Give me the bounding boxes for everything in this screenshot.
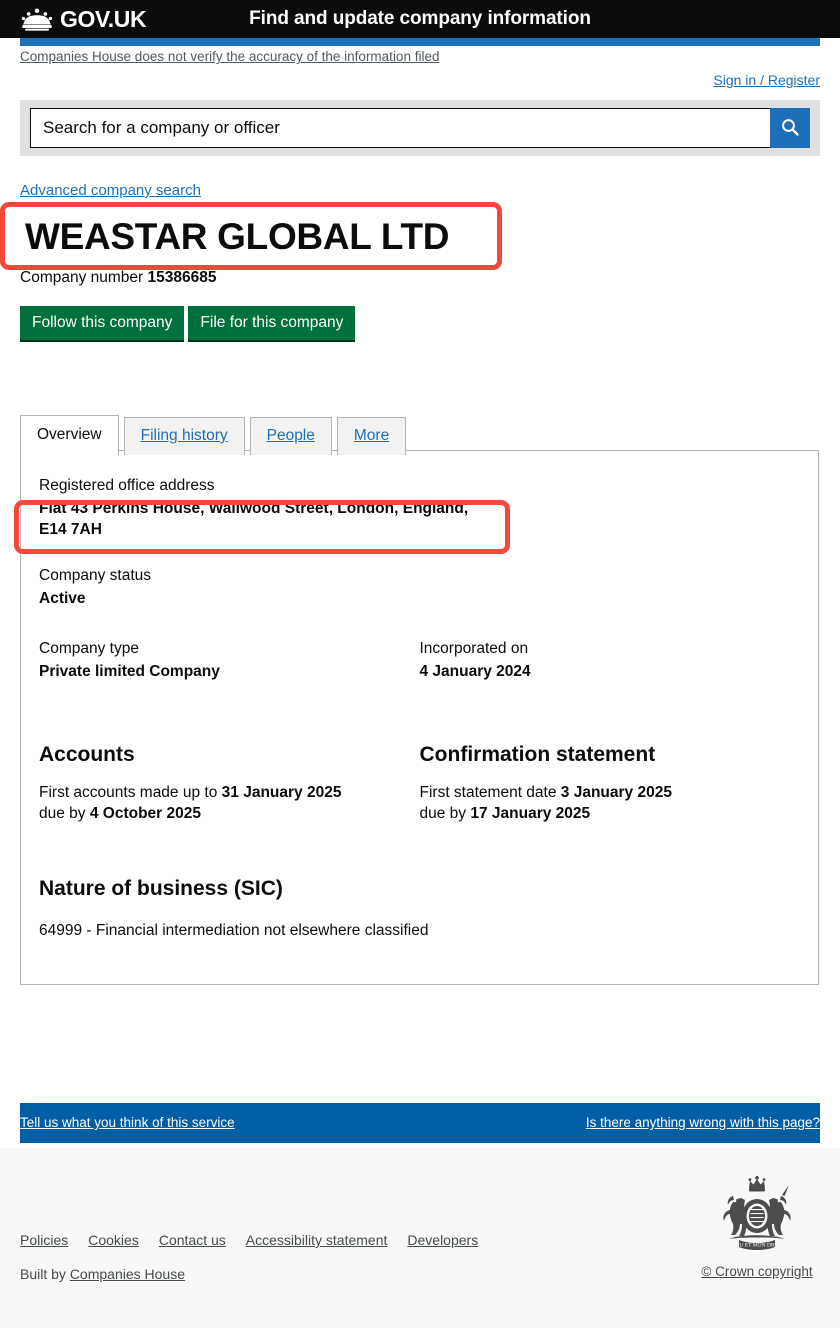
accuracy-notice: Companies House does not verify the accu… [0, 48, 459, 66]
accounts-first-made-up-label: First accounts made up to [39, 783, 218, 801]
company-type-value: Private limited Company [39, 662, 220, 680]
feedback-bar: Tell us what you think of this service I… [20, 1103, 820, 1143]
company-information-page: GOV.UK Find and update company informati… [0, 0, 840, 1328]
company-type-block: Company type Private limited Company [39, 640, 420, 683]
accounts-block: Accounts First accounts made up to 31 Ja… [39, 743, 420, 825]
built-by: Built by Companies House [20, 1266, 185, 1282]
company-actions: Follow this company File for this compan… [20, 306, 356, 343]
incorporated-label: Incorporated on [419, 639, 529, 657]
file-for-company-button[interactable]: File for this company [188, 306, 356, 343]
confirmation-statement-block: Confirmation statement First statement d… [420, 743, 801, 825]
sic-value: 64999 - Financial intermediation not els… [39, 921, 429, 939]
company-number-label: Company number [20, 269, 144, 286]
sign-in-register-link[interactable]: Sign in / Register [713, 72, 820, 88]
company-tabs: Overview Filing history People More [20, 414, 407, 456]
overview-panel: Registered office address Flat 43 Perkin… [20, 450, 819, 985]
confirmation-due-by: due by 17 January 2025 [420, 804, 801, 825]
accounts-heading: Accounts [39, 742, 135, 766]
feedback-left: Tell us what you think of this service [20, 1114, 235, 1132]
svg-text:DIEU ET MON DROIT: DIEU ET MON DROIT [730, 1243, 784, 1249]
registered-office-label: Registered office address [39, 477, 215, 494]
footer-link-policies[interactable]: Policies [20, 1232, 68, 1248]
search-input[interactable] [30, 108, 770, 148]
company-number: Company number 15386685 [20, 269, 216, 287]
company-status-value: Active [39, 589, 86, 607]
accounts-first-made-up-value: 31 January 2025 [221, 783, 342, 801]
built-by-companies-house-link[interactable]: Companies House [70, 1266, 185, 1282]
footer-link-cookies[interactable]: Cookies [88, 1232, 139, 1248]
govuk-home-link[interactable]: GOV.UK [20, 5, 147, 32]
advanced-company-search-link[interactable]: Advanced company search [20, 182, 201, 199]
page-footer: Policies Cookies Contact us Accessibilit… [0, 1148, 840, 1328]
footer-link-accessibility-statement[interactable]: Accessibility statement [246, 1232, 388, 1248]
type-incorporated-row: Company type Private limited Company Inc… [39, 640, 800, 683]
sic-block: Nature of business (SIC) 64999 - Financi… [39, 877, 800, 942]
confirmation-first-statement-label: First statement date [419, 783, 557, 801]
follow-company-button[interactable]: Follow this company [20, 306, 185, 343]
govuk-header: GOV.UK Find and update company informati… [0, 0, 840, 38]
accounts-first-made-up: First accounts made up to 31 January 202… [39, 783, 420, 804]
confirmation-first-statement-value: 3 January 2025 [560, 783, 672, 801]
search-button[interactable] [770, 108, 810, 148]
incorporated-block: Incorporated on 4 January 2024 [420, 640, 801, 683]
tab-filing-history[interactable]: Filing history [123, 417, 245, 455]
accounts-due-by-label: due by [39, 804, 86, 822]
footer-link-contact-us[interactable]: Contact us [159, 1232, 226, 1248]
sign-in-row: Sign in / Register [713, 72, 820, 90]
tab-more[interactable]: More [336, 417, 407, 455]
company-name-highlight: WEASTAR GLOBAL LTD [0, 202, 502, 270]
confirmation-due-by-value: 17 January 2025 [470, 804, 591, 822]
royal-coat-of-arms-icon: DIEU ET MON DROIT [692, 1176, 822, 1260]
crown-copyright: © Crown copyright [701, 1264, 813, 1279]
tab-overview[interactable]: Overview [20, 415, 119, 456]
phase-banner-strip [20, 38, 820, 46]
confirmation-heading: Confirmation statement [419, 742, 656, 766]
company-type-label: Company type [39, 639, 139, 657]
registered-office-value: Flat 43 Perkins House, Wallwood Street, … [39, 500, 469, 538]
search-bar [20, 100, 820, 156]
incorporated-value: 4 January 2024 [419, 662, 531, 680]
accounts-due-by: due by 4 October 2025 [39, 804, 420, 825]
accounts-due-by-value: 4 October 2025 [89, 804, 202, 822]
search-icon [780, 117, 800, 140]
company-number-value: 15386685 [147, 269, 217, 286]
company-status-block: Company status Active [39, 567, 800, 610]
accuracy-notice-link[interactable]: Companies House does not verify the accu… [20, 49, 439, 64]
advanced-search: Advanced company search [20, 182, 201, 200]
confirmation-due-by-label: due by [419, 804, 467, 822]
accounts-confirmation-row: Accounts First accounts made up to 31 Ja… [39, 743, 800, 825]
confirmation-first-statement: First statement date 3 January 2025 [420, 783, 801, 804]
footer-link-developers[interactable]: Developers [407, 1232, 478, 1248]
page-title: WEASTAR GLOBAL LTD [25, 215, 450, 257]
tab-people[interactable]: People [249, 417, 332, 455]
tell-us-what-you-think-link[interactable]: Tell us what you think of this service [20, 1115, 235, 1130]
footer-links: Policies Cookies Contact us Accessibilit… [20, 1232, 478, 1248]
registered-office-block: Registered office address Flat 43 Perkin… [39, 477, 800, 541]
crest-block: DIEU ET MON DROIT © Crown copyright [692, 1176, 822, 1279]
built-by-prefix: Built by [20, 1266, 66, 1282]
sic-heading: Nature of business (SIC) [39, 876, 283, 900]
govuk-brand-text: GOV.UK [60, 5, 147, 32]
report-problem-link[interactable]: Is there anything wrong with this page? [586, 1115, 820, 1130]
company-status-label: Company status [39, 566, 151, 584]
feedback-right: Is there anything wrong with this page? [586, 1114, 820, 1132]
crown-icon [20, 7, 54, 31]
